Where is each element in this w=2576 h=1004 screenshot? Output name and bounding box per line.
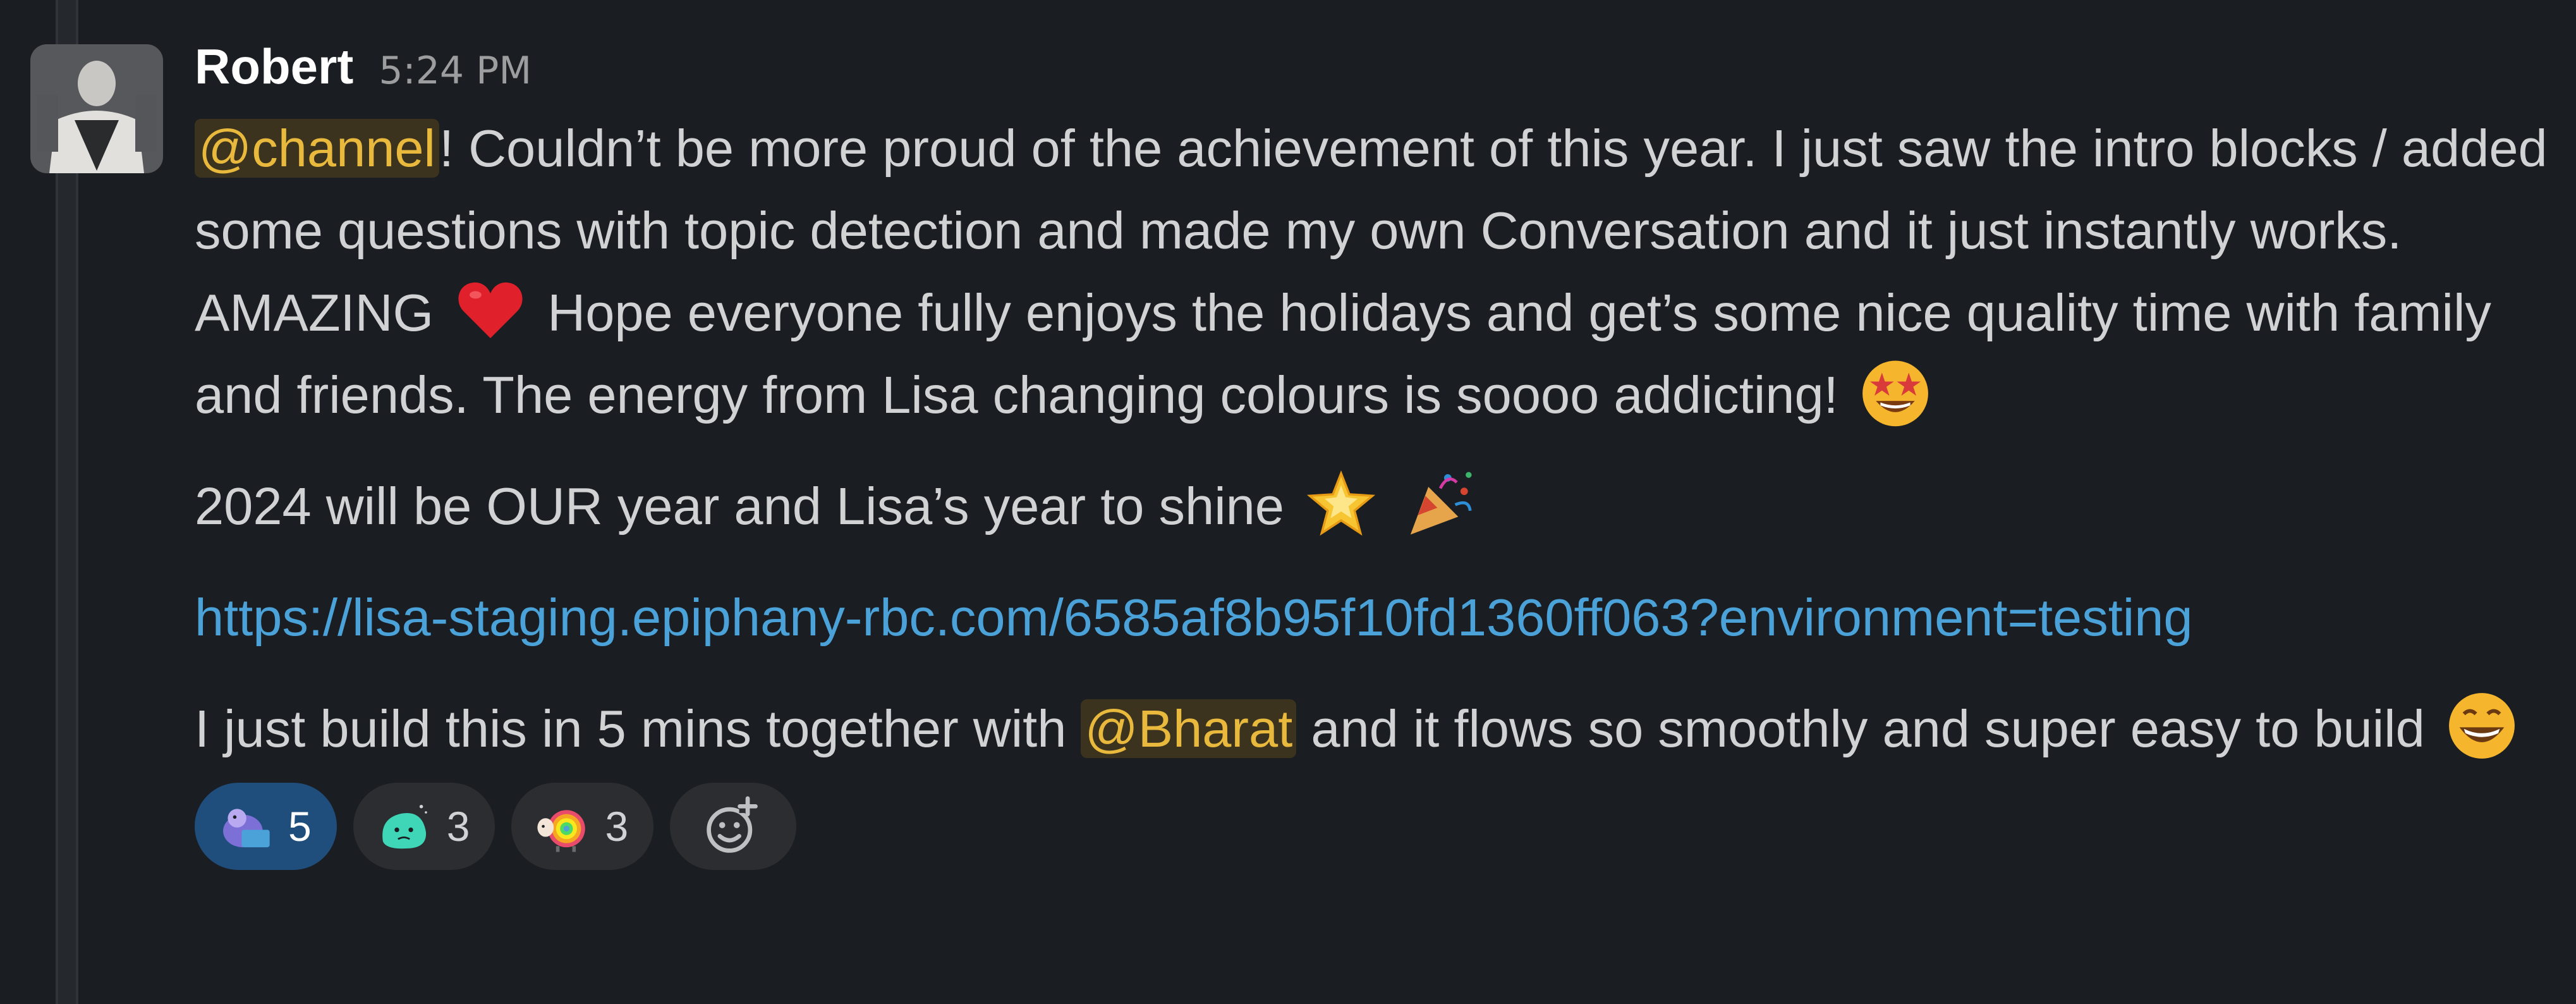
add-reaction-button[interactable]: [670, 783, 797, 870]
avatar[interactable]: [30, 44, 163, 173]
glowing-star-icon: [1304, 466, 1378, 541]
grinning-face-icon: [2445, 689, 2519, 763]
user-mention[interactable]: @Bharat: [1081, 699, 1297, 758]
party-popper-icon: [1403, 466, 1478, 541]
user-photo: [30, 44, 163, 173]
star-struck-icon: [1858, 355, 1933, 429]
reaction-count: 3: [605, 803, 629, 850]
message: Robert 5:24 PM @channel! Couldn’t be mor…: [195, 38, 2558, 870]
author-name[interactable]: Robert: [195, 38, 353, 95]
channel-mention[interactable]: @channel: [195, 119, 439, 178]
custom-animal-reaction-icon: [216, 797, 274, 855]
message-timestamp[interactable]: 5:24 PM: [379, 49, 532, 93]
message-paragraph-3: https://lisa-staging.epiphany-rbc.com/65…: [195, 577, 2558, 659]
red-heart-icon: [453, 272, 528, 347]
reactions-bar: 5 3 3: [195, 783, 2558, 870]
add-emoji-icon: [707, 796, 758, 853]
paragraph-text: and it flows so smoothly and super easy …: [1296, 699, 2425, 758]
staging-link[interactable]: https://lisa-staging.epiphany-rbc.com/65…: [195, 588, 2193, 647]
message-header: Robert 5:24 PM: [195, 38, 2558, 107]
paragraph-text: I just build this in 5 mins together wit…: [195, 699, 1081, 758]
rainbow-sheep-reaction-icon: [533, 797, 591, 855]
paragraph-text: 2024 will be OUR year and Lisa’s year to…: [195, 477, 1284, 536]
message-paragraph-2: 2024 will be OUR year and Lisa’s year to…: [195, 465, 2558, 548]
paragraph-text: Hope everyone fully enjoys the holidays …: [195, 283, 2491, 424]
teal-blob-reaction-icon: [375, 797, 433, 855]
message-paragraph-4: I just build this in 5 mins together wit…: [195, 688, 2558, 770]
message-paragraph-1: @channel! Couldn’t be more proud of the …: [195, 107, 2558, 436]
reaction-count: 3: [446, 803, 470, 850]
reaction-pill[interactable]: 3: [511, 783, 654, 870]
reaction-pill[interactable]: 5: [195, 783, 337, 870]
reaction-count: 5: [288, 803, 312, 850]
reaction-pill[interactable]: 3: [353, 783, 495, 870]
